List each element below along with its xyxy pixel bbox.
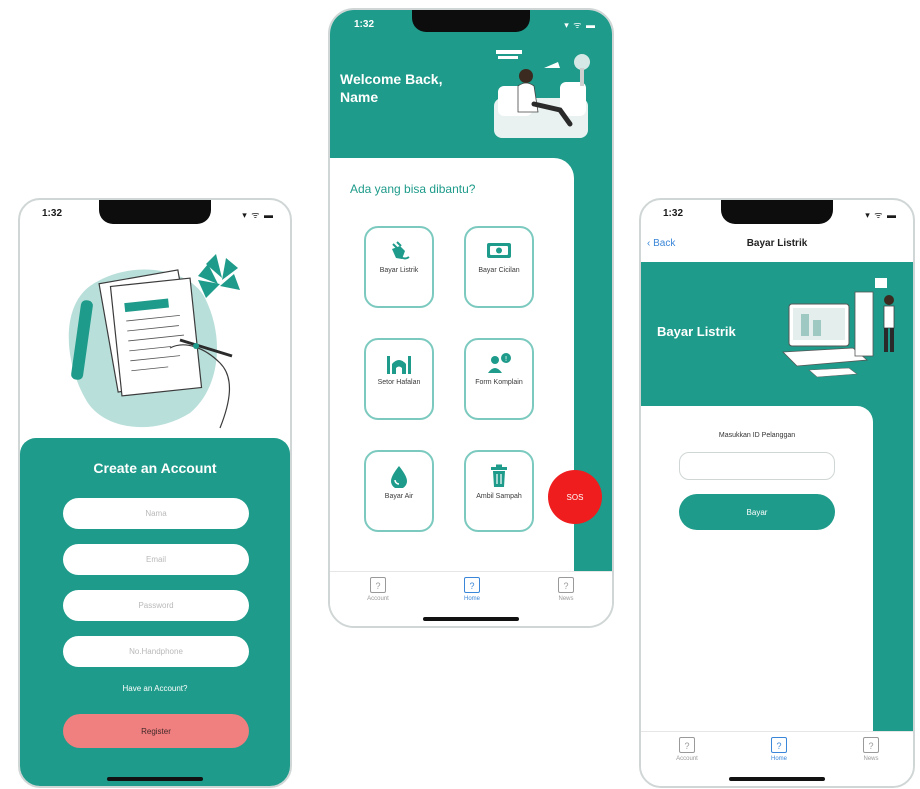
tab-label: News xyxy=(558,596,574,602)
plug-icon xyxy=(392,241,410,260)
tab-news[interactable]: ? News xyxy=(536,577,596,602)
home-screen: 1:32 ▾ ᯤ ▬ Welcome Back, Name Ada yang b… xyxy=(328,8,614,628)
home-tab-icon: ? xyxy=(771,737,787,753)
home-indicator xyxy=(729,777,825,781)
back-label: Back xyxy=(653,238,676,249)
news-tab-icon: ? xyxy=(863,737,879,753)
name-field[interactable] xyxy=(63,498,249,529)
tab-news[interactable]: ? News xyxy=(841,737,901,762)
sos-button[interactable]: SOS xyxy=(548,470,602,524)
tab-label: Home xyxy=(463,596,480,602)
phone-notch xyxy=(721,200,833,224)
pay-button[interactable]: Bayar xyxy=(679,494,835,530)
status-icons: ▾ ᯤ ▬ xyxy=(242,210,274,220)
status-time: 1:32 xyxy=(663,208,684,219)
help-title: Ada yang bisa dibantu? xyxy=(350,182,476,196)
notebook-writing-illustration xyxy=(68,254,240,429)
bill-side-strip xyxy=(869,406,913,736)
phone-notch xyxy=(99,200,211,224)
register-button[interactable]: Register xyxy=(63,714,249,748)
mosque-icon xyxy=(387,356,411,374)
email-field[interactable] xyxy=(63,544,249,575)
have-account-link[interactable]: Have an Account? xyxy=(20,684,290,693)
password-field[interactable] xyxy=(63,590,249,621)
water-drop-icon xyxy=(391,466,407,488)
create-account-title: Create an Account xyxy=(93,460,217,476)
bill-header: Bayar Listrik xyxy=(641,262,913,422)
menu-label: Ambil Sampah xyxy=(476,493,522,500)
tab-account[interactable]: ? Account xyxy=(348,577,408,602)
account-tab-icon: ? xyxy=(370,577,386,593)
menu-label: Bayar Listrik xyxy=(379,267,419,274)
bill-payment-screen: 1:32 ▾ ᯤ ▬ Bayar Listrik ‹ Back Bayar Li… xyxy=(639,198,915,788)
complaint-icon: ! xyxy=(488,353,511,373)
home-indicator xyxy=(423,617,519,621)
tab-account[interactable]: ? Account xyxy=(657,737,717,762)
customer-id-label: Masukkan ID Pelanggan xyxy=(718,432,796,439)
tab-home[interactable]: ? Home xyxy=(442,577,502,602)
phone-notch xyxy=(412,10,530,32)
tab-label: Account xyxy=(367,596,389,602)
nav-title: Bayar Listrik xyxy=(746,238,808,249)
menu-label: Form Komplain xyxy=(475,379,523,386)
status-icons: ▾ ᯤ ▬ xyxy=(865,210,897,220)
bayar-cicilan-button[interactable]: Bayar Cicilan xyxy=(464,226,534,308)
form-komplain-button[interactable]: ! Form Komplain xyxy=(464,338,534,420)
create-account-panel: Create an Account Have an Account? Regis… xyxy=(20,438,290,786)
register-screen: 1:32 ▾ ᯤ ▬ Create an Account Have an Acc… xyxy=(18,198,292,788)
tab-label: News xyxy=(863,756,879,762)
home-indicator xyxy=(107,777,203,781)
computer-workstation-illustration xyxy=(782,278,895,378)
setor-hafalan-button[interactable]: Setor Hafalan xyxy=(364,338,434,420)
person-relaxing-illustration xyxy=(494,50,590,138)
ambil-sampah-button[interactable]: Ambil Sampah xyxy=(464,450,534,532)
status-icons: ▾ ᯤ ▬ xyxy=(564,20,596,30)
bayar-air-button[interactable]: Bayar Air xyxy=(364,450,434,532)
menu-label: Bayar Air xyxy=(384,493,414,500)
home-tab-icon: ? xyxy=(464,577,480,593)
menu-label: Setor Hafalan xyxy=(377,379,421,386)
home-menu-card: Ada yang bisa dibantu? Bayar Listrik Bay… xyxy=(330,158,574,572)
money-icon xyxy=(487,243,511,258)
tab-label: Account xyxy=(676,756,698,762)
welcome-text: Welcome Back, Name xyxy=(340,71,443,105)
svg-text:!: ! xyxy=(505,355,508,363)
bayar-listrik-button[interactable]: Bayar Listrik xyxy=(364,226,434,308)
tab-label: Home xyxy=(770,756,787,762)
status-time: 1:32 xyxy=(354,19,375,30)
bill-title: Bayar Listrik xyxy=(657,324,736,339)
account-tab-icon: ? xyxy=(679,737,695,753)
trash-icon xyxy=(491,464,507,487)
tab-home[interactable]: ? Home xyxy=(749,737,809,762)
menu-label: Bayar Cicilan xyxy=(478,267,520,274)
back-button[interactable]: ‹ Back xyxy=(647,238,675,249)
navigation-bar: Bayar Listrik ‹ Back xyxy=(641,228,913,262)
news-tab-icon: ? xyxy=(558,577,574,593)
bill-form-card: Masukkan ID Pelanggan Bayar xyxy=(641,406,873,736)
phone-field[interactable] xyxy=(63,636,249,667)
status-time: 1:32 xyxy=(42,208,63,219)
customer-id-input[interactable] xyxy=(679,452,835,480)
